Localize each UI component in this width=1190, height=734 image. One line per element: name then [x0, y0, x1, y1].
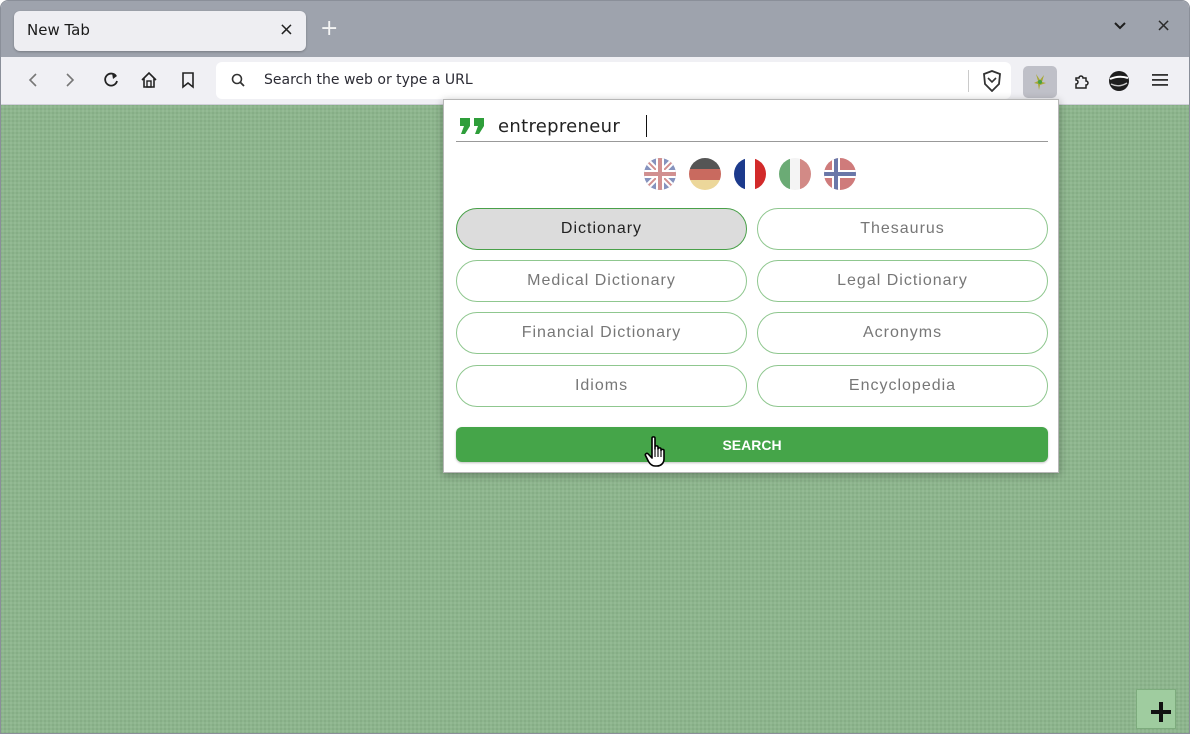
financial-dictionary-button[interactable]: Financial Dictionary [456, 312, 747, 354]
dictionary-button[interactable]: Dictionary [456, 208, 747, 250]
tab-title: New Tab [27, 21, 90, 39]
acronyms-button[interactable]: Acronyms [757, 312, 1048, 354]
hamburger-menu-icon[interactable] [1151, 72, 1169, 88]
uk-flag-icon[interactable] [644, 158, 676, 190]
query-row [456, 110, 1048, 142]
italy-flag-icon[interactable] [779, 158, 811, 190]
reload-icon[interactable] [100, 69, 122, 91]
search-icon [231, 73, 245, 87]
idioms-button[interactable]: Idioms [456, 365, 747, 407]
thesaurus-button[interactable]: Thesaurus [757, 208, 1048, 250]
germany-flag-icon[interactable] [689, 158, 721, 190]
url-bar[interactable]: Search the web or type a URL [216, 62, 1011, 99]
language-flags [644, 158, 860, 192]
encyclopedia-button[interactable]: Encyclopedia [757, 365, 1048, 407]
forward-icon[interactable] [58, 69, 80, 91]
dictionary-popup: Dictionary Thesaurus Medical Dictionary … [443, 99, 1059, 473]
chevron-down-icon[interactable] [1112, 18, 1128, 34]
hand-cursor-icon [644, 436, 665, 467]
tab-new-tab[interactable]: New Tab × [14, 11, 306, 51]
add-tile-button[interactable] [1136, 689, 1176, 729]
tab-close-icon[interactable]: × [279, 19, 294, 40]
france-flag-icon[interactable] [734, 158, 766, 190]
window-close-icon[interactable]: × [1156, 15, 1171, 36]
extension-icon [1034, 74, 1046, 90]
bookmark-icon[interactable] [177, 69, 199, 91]
globe-icon[interactable] [1107, 69, 1131, 93]
query-input[interactable] [498, 113, 1038, 139]
medical-dictionary-button[interactable]: Medical Dictionary [456, 260, 747, 302]
plus-icon [1151, 702, 1171, 722]
back-icon[interactable] [23, 69, 45, 91]
navigation-toolbar: Search the web or type a URL [1, 57, 1189, 105]
new-tab-button[interactable]: + [320, 16, 338, 42]
brave-shield-icon[interactable] [982, 70, 1002, 92]
text-caret [646, 115, 647, 137]
tab-strip: New Tab × + × [1, 1, 1189, 57]
puzzle-icon[interactable] [1071, 70, 1093, 92]
quote-icon [460, 118, 484, 134]
url-placeholder: Search the web or type a URL [264, 72, 473, 88]
legal-dictionary-button[interactable]: Legal Dictionary [757, 260, 1048, 302]
home-icon[interactable] [138, 69, 160, 91]
search-button[interactable]: SEARCH [456, 427, 1048, 462]
url-divider [968, 70, 969, 92]
norway-flag-icon[interactable] [824, 158, 856, 190]
browser-window: New Tab × + × Search the web or type a U… [0, 0, 1190, 734]
extension-button-active[interactable] [1023, 66, 1057, 98]
